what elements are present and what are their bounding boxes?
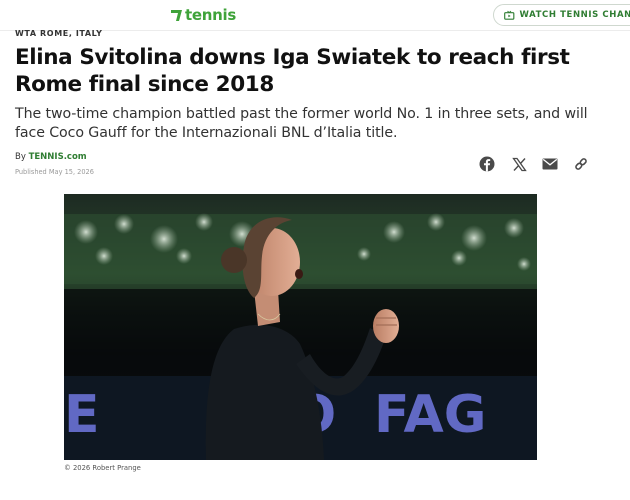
byline: By TENNIS.com bbox=[15, 152, 87, 162]
article-kicker[interactable]: WTA ROME, ITALY bbox=[15, 29, 103, 38]
share-email-button[interactable] bbox=[541, 155, 559, 173]
facebook-icon bbox=[479, 156, 495, 172]
x-icon bbox=[511, 157, 527, 171]
site-logo[interactable]: tennis bbox=[170, 6, 236, 24]
link-icon bbox=[575, 158, 587, 170]
hero-photo-illustration: E O FAG bbox=[64, 194, 537, 460]
logo-text: tennis bbox=[185, 6, 236, 24]
svg-text:E: E bbox=[64, 385, 100, 445]
photo-credit: © 2026 Robert Prange bbox=[64, 464, 141, 472]
share-facebook-button[interactable] bbox=[478, 155, 496, 173]
published-date: Published May 15, 2026 bbox=[15, 168, 94, 176]
sponsor-board-text: FAG bbox=[374, 385, 486, 445]
watch-button-label: WATCH TENNIS CHANNEL bbox=[519, 10, 630, 20]
tennis-logo-mark-icon bbox=[171, 10, 182, 21]
share-x-button[interactable] bbox=[510, 155, 528, 173]
top-bar: tennis WATCH TENNIS CHANNEL bbox=[0, 0, 630, 31]
article-headline: Elina Svitolina downs Iga Swiatek to rea… bbox=[15, 45, 570, 97]
watch-tennis-channel-button[interactable]: WATCH TENNIS CHANNEL bbox=[493, 4, 630, 26]
article-page: tennis WATCH TENNIS CHANNEL WTA ROME, IT… bbox=[0, 0, 630, 500]
byline-author-link[interactable]: TENNIS.com bbox=[29, 152, 87, 162]
copy-link-button[interactable] bbox=[572, 155, 590, 173]
tv-icon bbox=[504, 10, 515, 20]
byline-prefix: By bbox=[15, 152, 29, 162]
hero-photo[interactable]: E O FAG bbox=[64, 194, 537, 460]
article-dek: The two-time champion battled past the f… bbox=[15, 106, 588, 141]
email-icon bbox=[542, 158, 558, 170]
